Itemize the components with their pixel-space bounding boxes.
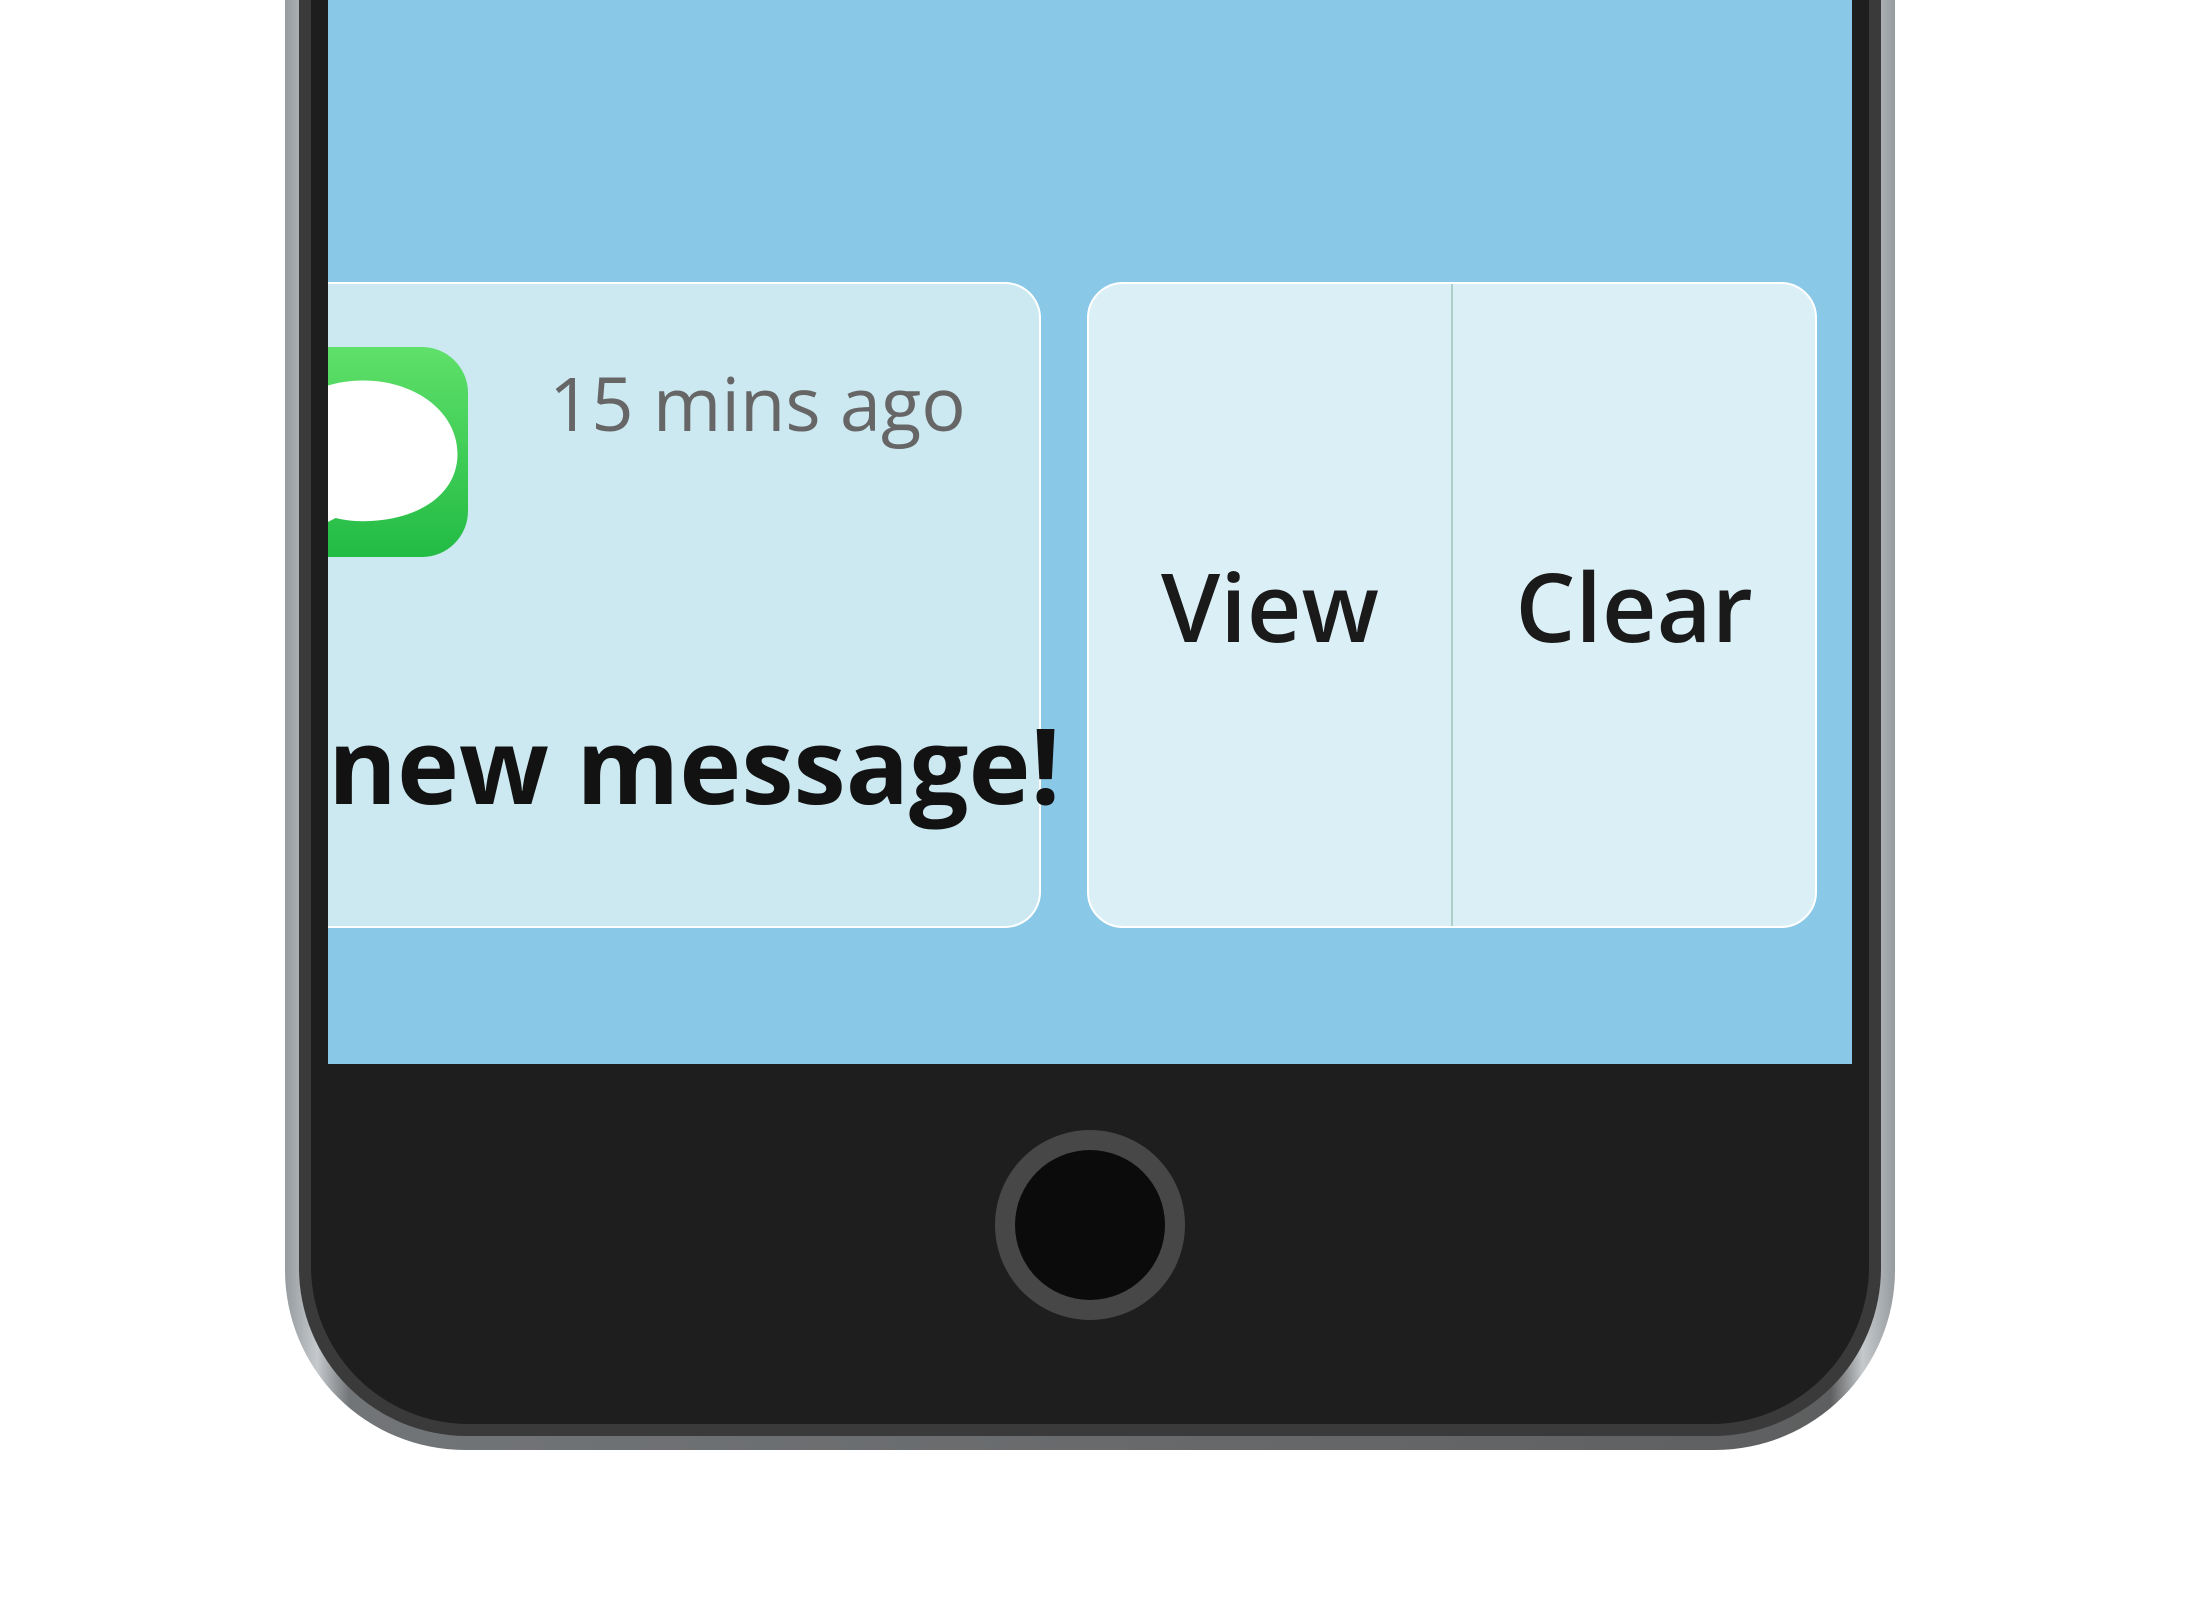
home-button[interactable] — [995, 1130, 1185, 1320]
clear-button[interactable]: Clear — [1453, 284, 1815, 926]
notification-card[interactable]: 15 mins ago new message! — [328, 282, 1041, 928]
notification-timestamp: 15 mins ago — [549, 352, 966, 453]
view-button[interactable]: View — [1089, 284, 1451, 926]
notification-body: new message! — [328, 692, 1061, 835]
home-button-inner — [1015, 1150, 1165, 1300]
notification-actions: View Clear — [1087, 282, 1817, 928]
messages-icon — [328, 347, 468, 557]
